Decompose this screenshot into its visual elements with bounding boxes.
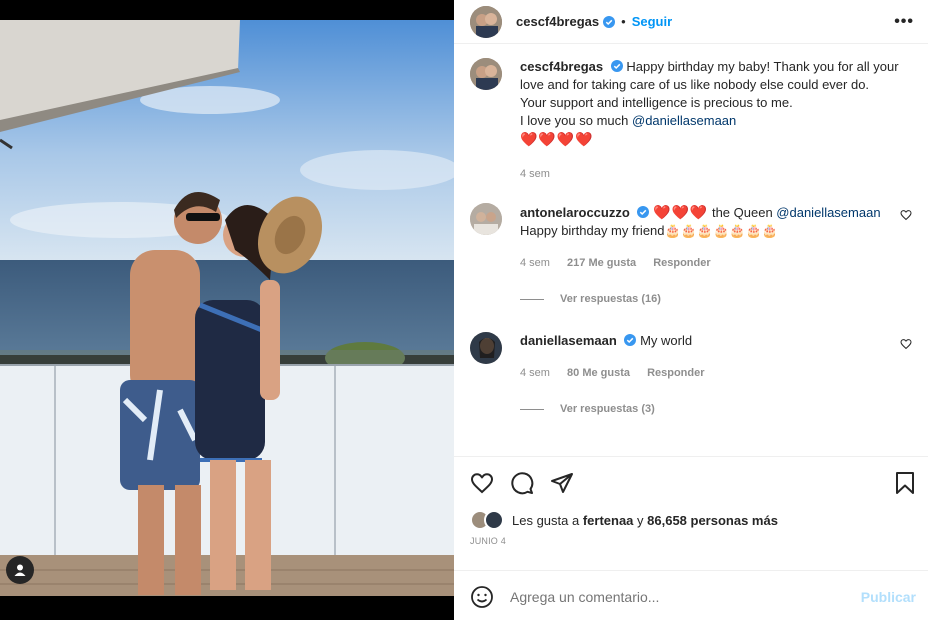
caption-line2: Your support and intelligence is preciou…	[520, 95, 793, 110]
follow-button[interactable]: Seguir	[632, 14, 672, 29]
likes-middle: y	[633, 512, 648, 528]
view-replies-label: Ver respuestas (3)	[560, 403, 655, 415]
verified-icon	[637, 206, 650, 218]
comment-text: antonelaroccuzzo ❤️❤️❤️ the Queen @danie…	[520, 203, 912, 240]
comment-item: daniellasemaan My world 4 sem 80 Me gust…	[470, 332, 912, 418]
emoji-icon[interactable]	[470, 585, 494, 609]
view-replies-button[interactable]: Ver respuestas (3)	[520, 400, 912, 418]
caption-mention[interactable]: @daniellasemaan	[632, 113, 736, 128]
comment-box: Publicar	[454, 570, 928, 620]
caption-hearts: ❤️❤️❤️❤️	[520, 131, 594, 147]
post-photo[interactable]	[0, 20, 454, 596]
replies-divider	[520, 408, 544, 410]
share-icon[interactable]	[550, 471, 574, 495]
comment-item: antonelaroccuzzo ❤️❤️❤️ the Queen @danie…	[470, 203, 912, 308]
caption-time[interactable]: 4 sem	[520, 168, 550, 180]
likes-text: Les gusta a fertenaa y 86,658 personas m…	[512, 513, 778, 528]
caption: cescf4bregas Happy birthday my baby! Tha…	[470, 58, 912, 183]
verified-icon	[610, 60, 623, 72]
post-date[interactable]: JUNIO 4	[454, 532, 928, 564]
view-replies-label: Ver respuestas (16)	[560, 293, 661, 305]
comment-author[interactable]: daniellasemaan	[520, 333, 617, 348]
view-replies-button[interactable]: Ver respuestas (16)	[520, 290, 912, 308]
liker-username[interactable]: fertenaa	[583, 513, 634, 528]
caption-author[interactable]: cescf4bregas	[520, 59, 603, 74]
comment-likes[interactable]: 217 Me gusta	[567, 257, 636, 269]
caption-meta: 4 sem	[520, 165, 912, 183]
action-bar	[454, 456, 928, 508]
liker-avatar[interactable]	[484, 510, 504, 530]
comment-time[interactable]: 4 sem	[520, 257, 550, 269]
comment-text-prefix: the Queen	[708, 205, 777, 220]
comment-icon[interactable]	[510, 471, 534, 495]
verified-icon	[624, 334, 637, 346]
caption-author-avatar[interactable]	[470, 58, 502, 90]
heart-icon[interactable]	[470, 471, 494, 495]
reply-button[interactable]: Responder	[647, 367, 704, 379]
comment-text-body: My world	[640, 333, 693, 348]
comment-author[interactable]: antonelaroccuzzo	[520, 205, 630, 220]
user-tag-icon[interactable]	[6, 556, 34, 584]
commenter-avatar[interactable]	[470, 203, 502, 235]
author-username[interactable]: cescf4bregas	[516, 14, 599, 29]
caption-text: cescf4bregas Happy birthday my baby! Tha…	[520, 58, 912, 149]
likes-summary: Les gusta a fertenaa y 86,658 personas m…	[454, 508, 928, 532]
heart-icon[interactable]	[900, 338, 912, 350]
comments-list[interactable]: cescf4bregas Happy birthday my baby! Tha…	[454, 44, 928, 456]
author-avatar[interactable]	[470, 5, 502, 38]
comment-mention[interactable]: @daniellasemaan	[776, 205, 880, 220]
post-modal: cescf4bregas • Seguir ••• cescf4bregas H…	[0, 0, 928, 620]
post-media	[0, 0, 454, 620]
commenter-avatar[interactable]	[470, 332, 502, 364]
comment-meta: 4 sem 217 Me gusta Responder	[520, 254, 912, 272]
likes-prefix: Les gusta a	[512, 512, 583, 528]
more-icon[interactable]: •••	[894, 13, 914, 31]
separator-dot: •	[621, 14, 626, 29]
comment-meta: 4 sem 80 Me gusta Responder	[520, 364, 912, 382]
replies-divider	[520, 298, 544, 300]
likes-count[interactable]: 86,658 personas más	[647, 513, 778, 528]
caption-line3: I love you so much	[520, 113, 632, 128]
comment-input[interactable]	[510, 588, 861, 605]
post-panel: cescf4bregas • Seguir ••• cescf4bregas H…	[454, 0, 928, 620]
post-header: cescf4bregas • Seguir •••	[454, 0, 928, 44]
verified-icon	[603, 15, 616, 28]
comment-text: daniellasemaan My world	[520, 332, 912, 350]
reply-button[interactable]: Responder	[653, 257, 710, 269]
publish-button[interactable]: Publicar	[861, 589, 916, 605]
comment-hearts: ❤️❤️❤️	[653, 204, 709, 220]
heart-icon[interactable]	[900, 209, 912, 221]
comment-time[interactable]: 4 sem	[520, 367, 550, 379]
comment-likes[interactable]: 80 Me gusta	[567, 367, 630, 379]
comment-text-line2: Happy birthday my friend🎂🎂🎂🎂🎂🎂🎂	[520, 223, 778, 238]
bookmark-icon[interactable]	[894, 471, 916, 495]
